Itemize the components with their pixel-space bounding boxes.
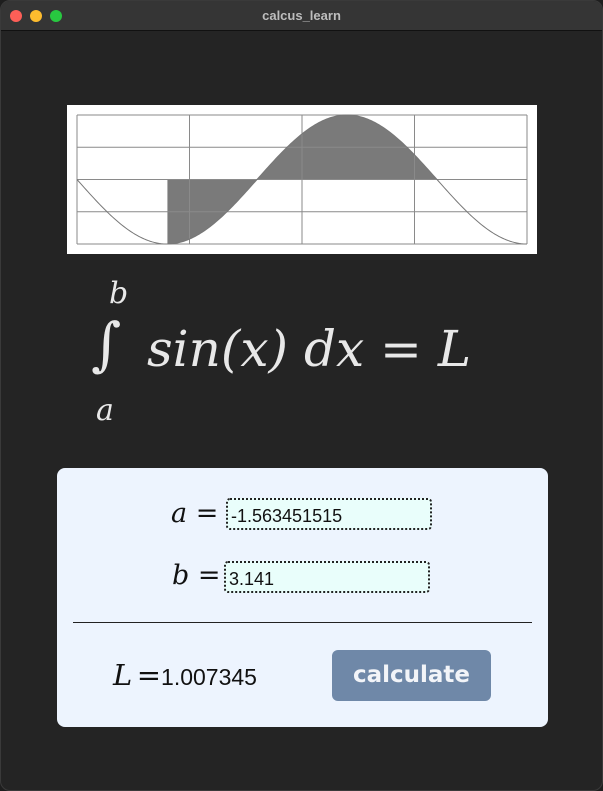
sine-plot	[67, 105, 537, 254]
b-equals: =	[197, 560, 221, 591]
integral-formula: b ∫ sin(x) dx = L a	[91, 276, 531, 428]
lower-limit: a	[96, 393, 114, 428]
a-var: a	[171, 498, 188, 529]
a-input[interactable]: -1.563451515	[226, 498, 432, 530]
sine-plot-svg	[76, 114, 528, 245]
b-label: b =	[172, 560, 221, 591]
title-bar: calcus_learn	[1, 1, 602, 31]
b-var: b	[172, 560, 190, 591]
integrand-expression: sin(x) dx = L	[147, 320, 472, 378]
result-value: 1.007345	[161, 664, 257, 690]
result-equals: =	[136, 658, 162, 692]
a-label: a =	[171, 498, 218, 529]
upper-limit: b	[109, 276, 129, 311]
result-label: L	[113, 658, 133, 692]
integral-sign: ∫	[91, 310, 122, 378]
window-title: calcus_learn	[262, 8, 341, 23]
calculate-button[interactable]: calculate	[332, 650, 491, 701]
app-window: calcus_learn b ∫ sin(x) dx = L a a = -1.…	[0, 0, 603, 791]
divider	[73, 622, 532, 623]
result-display: L =1.007345	[113, 658, 257, 692]
input-panel: a = -1.563451515 b = 3.141 L =1.007345 c…	[57, 468, 548, 727]
a-equals: =	[195, 498, 219, 529]
b-input[interactable]: 3.141	[224, 561, 430, 593]
